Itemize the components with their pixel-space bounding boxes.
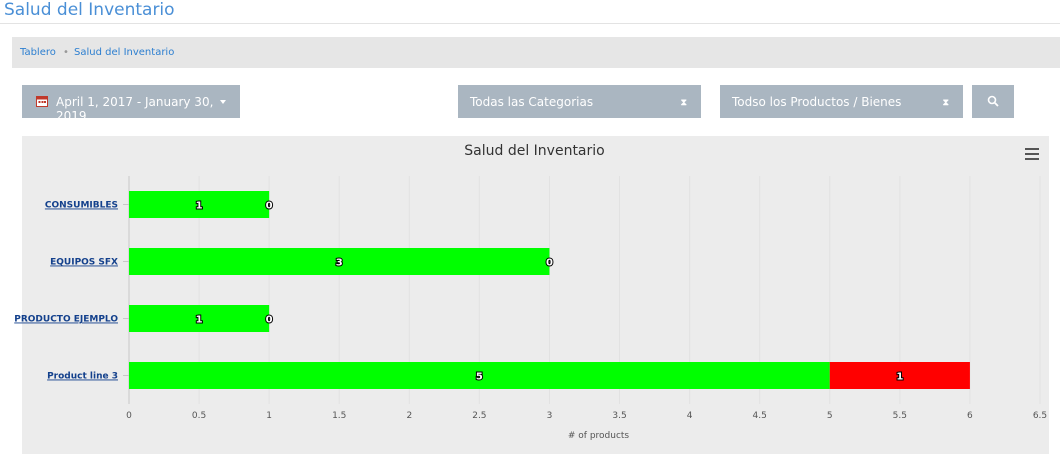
x-tick-label: 5 [827, 411, 833, 421]
data-label: 0 [546, 258, 553, 269]
x-tick-label: 6 [967, 411, 973, 421]
x-tick-label: 2.5 [472, 411, 486, 421]
data-label: 1 [196, 201, 203, 212]
x-tick-label: 0.5 [192, 411, 206, 421]
x-tick-label: 2 [406, 411, 412, 421]
x-tick-label: 1 [266, 411, 272, 421]
category-label[interactable]: EQUIPOS SFX [50, 258, 118, 268]
x-tick-label: 1.5 [332, 411, 346, 421]
x-tick-label: 5.5 [893, 411, 907, 421]
data-label: 5 [476, 372, 483, 383]
x-tick-label: 3.5 [612, 411, 626, 421]
data-label: 0 [266, 201, 273, 212]
inventory-health-chart: Salud del Inventario 0 0.5 1 1.5 2 2.5 3 3.5 4 4.5… [14, 143, 1047, 441]
data-label: 1 [896, 372, 903, 383]
data-label: 0 [266, 315, 273, 326]
data-label: 3 [336, 258, 343, 269]
x-axis-title: # of products [568, 431, 630, 441]
x-tick-label: 6.5 [1033, 411, 1047, 421]
category-label[interactable]: PRODUCTO EJEMPLO [14, 315, 118, 325]
data-label: 1 [196, 315, 203, 326]
x-tick-label: 0 [126, 411, 132, 421]
x-tick-label: 4 [687, 411, 693, 421]
x-tick-label: 4.5 [753, 411, 767, 421]
category-label[interactable]: CONSUMIBLES [45, 201, 118, 211]
chart-title: Salud del Inventario [464, 143, 604, 159]
category-label[interactable]: Product line 3 [47, 372, 118, 382]
x-tick-label: 3 [547, 411, 553, 421]
